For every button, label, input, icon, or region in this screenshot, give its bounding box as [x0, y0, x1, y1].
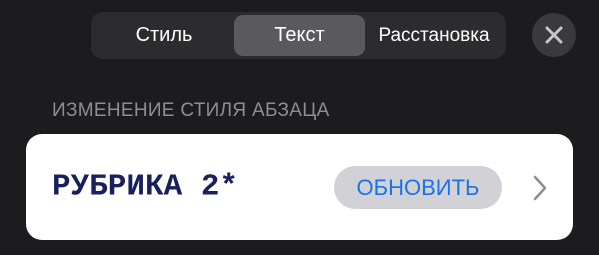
close-button[interactable]: [532, 13, 576, 57]
chevron-right-icon: [533, 175, 547, 201]
paragraph-style-row[interactable]: РУБРИКА 2* ОБНОВИТЬ: [26, 134, 573, 240]
tab-arrange[interactable]: Расстановка: [365, 15, 503, 56]
close-icon: [545, 26, 563, 44]
tab-text[interactable]: Текст: [234, 15, 365, 56]
tab-style[interactable]: Стиль: [94, 15, 234, 56]
update-style-button[interactable]: ОБНОВИТЬ: [334, 166, 502, 209]
format-tabs: Стиль Текст Расстановка: [91, 12, 506, 59]
section-header: ИЗМЕНЕНИЕ СТИЛЯ АБЗАЦА: [52, 100, 330, 121]
paragraph-style-name: РУБРИКА 2*: [52, 169, 239, 205]
